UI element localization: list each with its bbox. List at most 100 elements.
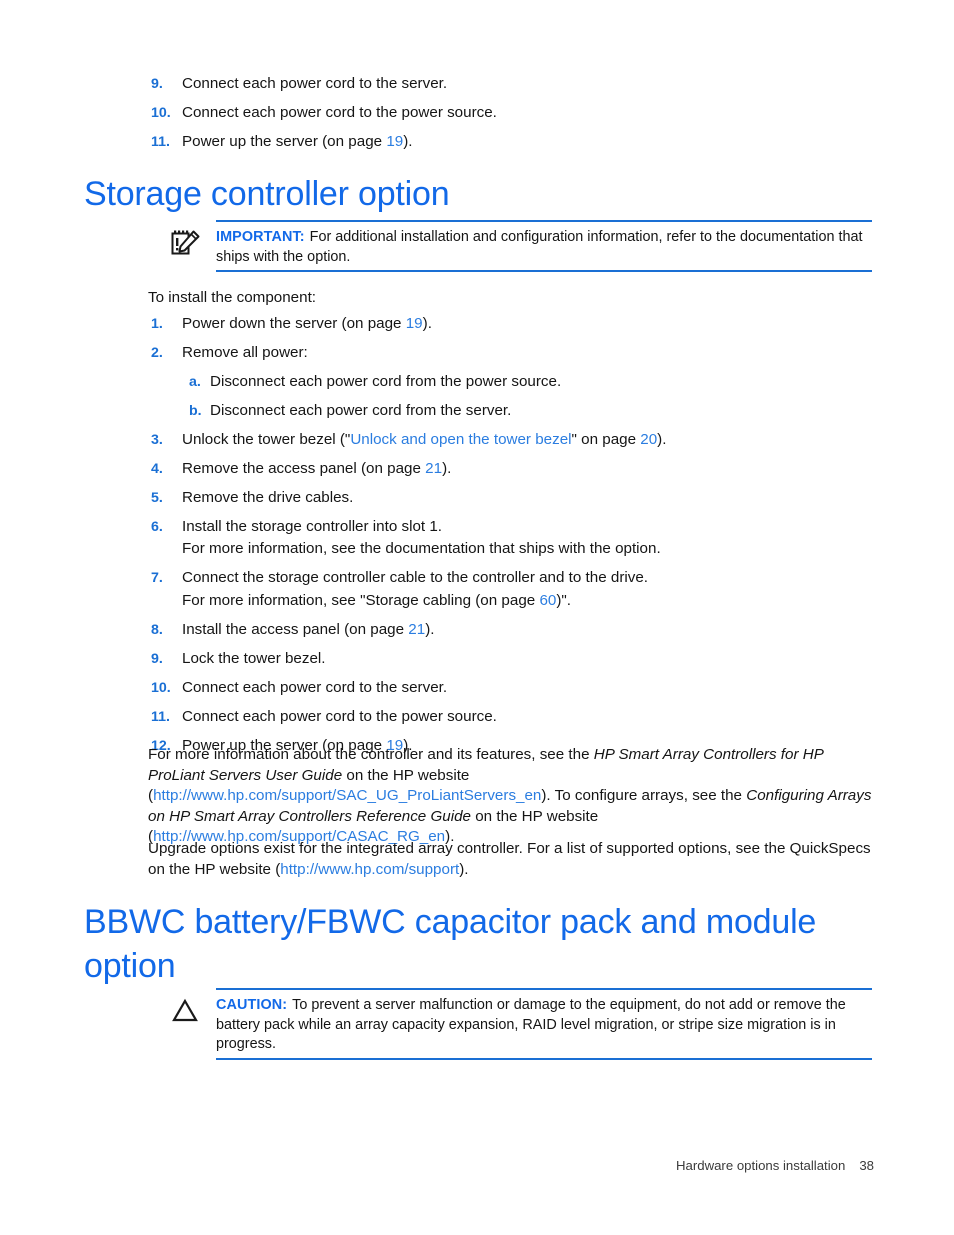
paragraph-text: Upgrade options exist for the integrated… [148, 840, 871, 878]
important-note-text: For additional installation and configur… [216, 229, 863, 265]
list-text-before: Power down the server (on page [182, 315, 406, 332]
list-text: Install the storage controller into slot… [182, 517, 443, 535]
sub-list-text: Disconnect each power cord from the serv… [210, 401, 512, 419]
list-text-after: ). [425, 620, 435, 638]
list-text: Lock the tower bezel. [182, 649, 326, 667]
important-note-body: IMPORTANT: For additional installation an… [216, 228, 872, 267]
list-item: 11. Power up the server (on page 19). [148, 132, 874, 153]
list-item: 4. Remove the access panel (on page 21). [148, 459, 874, 480]
list-text: Connect each power cord to the server. [182, 678, 448, 696]
sub-list-letter: b. [189, 402, 202, 419]
sub-steps-list: a. Disconnect each power cord from the p… [186, 372, 874, 422]
list-item: 2. Remove all power: [148, 343, 874, 364]
continuation-text-after: )". [556, 591, 572, 609]
list-number: 2. [151, 345, 163, 361]
list-text-before: Remove the access panel (on page [182, 459, 426, 477]
list-text: Connect the storage controller cable to … [182, 569, 649, 586]
storage-controller-steps-list: 1. Power down the server (on page 19). 2… [148, 314, 874, 765]
list-item: 10. Connect each power cord to the serve… [148, 678, 874, 699]
important-notepad-icon [170, 229, 200, 257]
list-text: Remove the drive cables. [182, 488, 354, 506]
continuation-text-before: For more information, see "Storage cabli… [182, 591, 540, 609]
list-text: Connect each power cord to the power sou… [182, 104, 497, 121]
list-item: 5. Remove the drive cables. [148, 488, 874, 509]
page-footer: Hardware options installation 38 [0, 1158, 874, 1173]
list-text-after: ). [403, 133, 413, 150]
paragraph-text: ). [459, 860, 469, 878]
caution-note-body: CAUTION: To prevent a server malfunction … [216, 996, 872, 1055]
sub-list-letter: a. [189, 373, 201, 390]
document-page: 9. Connect each power cord to the server… [0, 0, 954, 1235]
list-number: 10. [151, 679, 171, 696]
install-intro-text: To install the component: [148, 289, 317, 306]
list-number: 1. [151, 316, 163, 332]
list-text-after: ). [422, 315, 432, 332]
page-reference-link[interactable]: 21 [408, 621, 425, 638]
list-number: 9. [151, 650, 163, 667]
cross-reference-link[interactable]: Unlock and open the tower bezel [350, 431, 571, 448]
list-text-before: Install the access panel (on page [182, 620, 409, 638]
list-number: 7. [151, 570, 163, 586]
list-item: 9. Lock the tower bezel. [148, 649, 874, 670]
external-url-link[interactable]: http://www.hp.com/support [280, 861, 459, 878]
list-item: 1. Power down the server (on page 19). [148, 314, 874, 335]
list-text-after: ). [442, 459, 452, 477]
list-text-mid: " on page [571, 430, 641, 448]
caution-rule-bottom [216, 1057, 872, 1060]
list-text: Unlock the tower bezel ("Unlock and open… [182, 430, 874, 451]
caution-note-label: CAUTION: [216, 997, 288, 1013]
list-item: 3. Unlock the tower bezel ("Unlock and o… [148, 430, 874, 451]
important-note-box: IMPORTANT: For additional installation an… [0, 220, 872, 272]
footer-page-number: 38 [859, 1158, 874, 1173]
list-text-after: ). [657, 430, 667, 448]
list-item: 6. Install the storage controller into s… [148, 517, 874, 538]
list-text: Remove the access panel (on page 21). [182, 459, 874, 480]
page-reference-link[interactable]: 19 [406, 315, 423, 332]
list-item: 7. Connect the storage controller cable … [148, 568, 874, 589]
caution-note-text: To prevent a server malfunction or damag… [216, 997, 846, 1052]
caution-note-box: CAUTION: To prevent a server malfunction … [0, 988, 872, 1060]
list-number: 6. [151, 518, 163, 535]
list-number: 11. [151, 134, 170, 150]
page-reference-link[interactable]: 20 [640, 431, 657, 448]
caution-triangle-icon [170, 996, 200, 1024]
top-steps-list: 9. Connect each power cord to the server… [148, 74, 874, 161]
list-number: 4. [151, 460, 163, 477]
list-text: Install the access panel (on page 21). [182, 620, 874, 641]
list-text: Connect each power cord to the server. [182, 75, 448, 92]
step-continuation-text: For more information, see the documentat… [182, 540, 661, 557]
sub-list-text: Disconnect each power cord from the powe… [210, 372, 562, 390]
list-text: Power up the server (on page 19). [182, 132, 874, 153]
list-text-before: Power up the server (on page [182, 133, 387, 150]
section-heading-bbwc: BBWC battery/FBWC capacitor pack and mod… [84, 903, 817, 985]
external-url-link[interactable]: http://www.hp.com/support/SAC_UG_ProLian… [153, 787, 541, 804]
page-reference-link[interactable]: 60 [539, 592, 556, 609]
note-rule-top [216, 220, 872, 222]
list-number: 9. [151, 76, 163, 92]
upgrade-options-paragraph: Upgrade options exist for the integrated… [148, 839, 874, 880]
section-heading-storage-controller: Storage controller option [84, 175, 450, 213]
paragraph-text: For more information about the controlle… [148, 746, 594, 763]
list-item: 10. Connect each power cord to the power… [148, 103, 874, 124]
list-text: Power down the server (on page 19). [182, 314, 874, 335]
footer-chapter-title: Hardware options installation [675, 1158, 846, 1173]
list-item: 8. Install the access panel (on page 21)… [148, 620, 874, 641]
page-reference-link[interactable]: 19 [386, 133, 403, 150]
step-continuation-text: For more information, see "Storage cabli… [182, 591, 874, 612]
paragraph-text: ). To configure arrays, see the [541, 787, 747, 805]
list-text-before: Unlock the tower bezel (" [182, 430, 351, 448]
list-number: 8. [151, 621, 163, 638]
list-item: 11. Connect each power cord to the power… [148, 707, 874, 728]
important-note-label: IMPORTANT: [216, 229, 305, 245]
list-number: 10. [151, 105, 171, 121]
list-number: 3. [151, 431, 163, 448]
caution-rule-top [216, 988, 872, 990]
list-text: Remove all power: [182, 344, 308, 361]
page-reference-link[interactable]: 21 [425, 460, 442, 477]
list-text: Connect each power cord to the power sou… [182, 707, 497, 725]
sub-list-item: a. Disconnect each power cord from the p… [186, 372, 874, 393]
controller-info-paragraph: For more information about the controlle… [148, 745, 874, 848]
list-number: 5. [151, 489, 163, 506]
list-item: 9. Connect each power cord to the server… [148, 74, 874, 95]
list-number: 11. [151, 708, 170, 725]
